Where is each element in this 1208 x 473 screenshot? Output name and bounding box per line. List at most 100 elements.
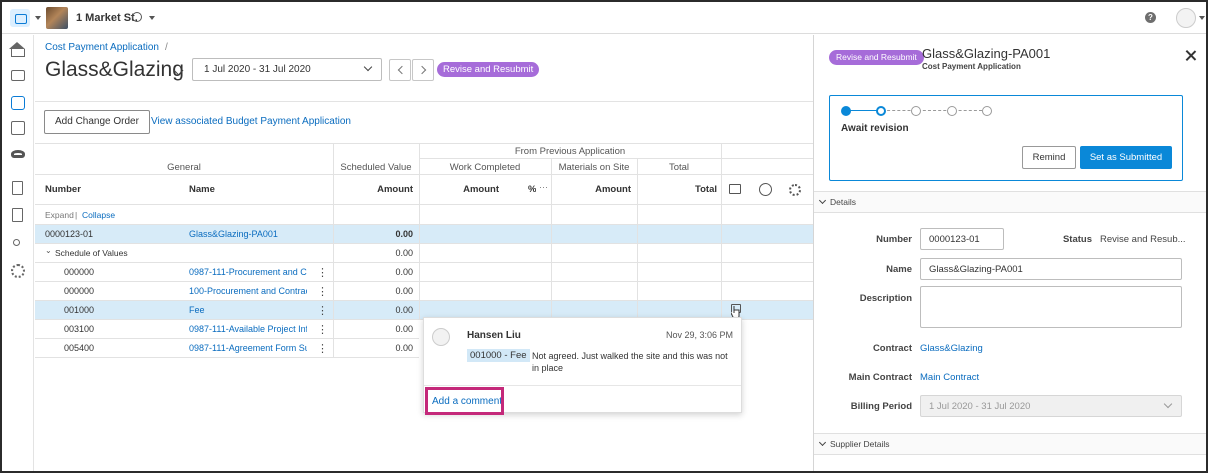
comment-icon[interactable] xyxy=(729,184,741,194)
panel-subtitle: Cost Payment Application xyxy=(922,62,1021,71)
status-badge: Revise and Resubmit xyxy=(437,62,540,77)
table-row-selected xyxy=(35,224,813,243)
details-section-header[interactable]: Details xyxy=(814,191,1206,213)
divider xyxy=(35,101,813,102)
remind-button[interactable]: Remind xyxy=(1022,146,1076,169)
row-number: 000000 xyxy=(64,286,95,296)
grid-line xyxy=(637,158,638,319)
column-group-header: From Previous Application xyxy=(514,146,626,157)
previous-period-button[interactable] xyxy=(389,59,411,81)
details-panel: Revise and Resubmit Glass&Glazing-PA001 … xyxy=(813,35,1206,471)
main-contract-link[interactable]: Main Contract xyxy=(920,372,979,383)
column-header-amount[interactable]: Amount xyxy=(419,184,499,195)
comment-author: Hansen Liu xyxy=(467,330,521,341)
gear-icon[interactable] xyxy=(789,184,801,196)
column-header-total[interactable]: Total xyxy=(637,184,717,195)
top-bar: 1 Market St. ? xyxy=(2,2,1206,34)
chevron-down-icon[interactable] xyxy=(35,16,41,20)
field-label: Description xyxy=(859,293,912,304)
row-menu-icon[interactable] xyxy=(317,266,328,279)
column-header-amount[interactable]: Amount xyxy=(333,184,413,195)
chevron-down-icon xyxy=(818,196,827,205)
members-icon[interactable] xyxy=(13,239,20,246)
user-avatar[interactable] xyxy=(1176,8,1196,28)
field-label: Number xyxy=(876,234,912,245)
billing-period-select[interactable]: 1 Jul 2020 - 31 Jul 2020 xyxy=(192,58,382,81)
more-icon[interactable]: ··· xyxy=(539,182,548,192)
next-period-button[interactable] xyxy=(412,59,434,81)
check-circle-icon[interactable] xyxy=(759,183,772,196)
app-switcher-icon[interactable] xyxy=(10,9,30,27)
column-header-percent[interactable]: % xyxy=(528,184,536,195)
column-header-name[interactable]: Name xyxy=(189,184,215,195)
status-value: Revise and Resub... xyxy=(1100,234,1186,245)
row-number: 0000123-01 xyxy=(45,229,94,239)
row-number: 003100 xyxy=(64,324,95,334)
row-name-link[interactable]: Glass&Glazing-PA001 xyxy=(189,229,278,239)
breadcrumb: Cost Payment Application / xyxy=(45,42,168,53)
help-icon[interactable]: ? xyxy=(1145,12,1156,23)
workflow-step xyxy=(911,106,921,116)
number-field[interactable]: 0000123-01 xyxy=(920,228,1004,250)
row-name-link[interactable]: 100-Procurement and Contract... xyxy=(189,286,307,296)
chevron-down-icon[interactable] xyxy=(149,16,155,20)
project-thumbnail[interactable] xyxy=(46,7,68,29)
home-icon[interactable] xyxy=(9,42,25,57)
column-header-number[interactable]: Number xyxy=(45,184,81,195)
checklist-icon[interactable] xyxy=(12,208,23,222)
field-label: Status xyxy=(1062,234,1092,245)
row-amount: 0.00 xyxy=(395,343,413,353)
budget-icon[interactable] xyxy=(11,70,25,81)
chevron-down-icon[interactable] xyxy=(1199,16,1205,20)
row-menu-icon[interactable] xyxy=(317,285,328,298)
grid-line xyxy=(35,338,419,339)
description-field[interactable] xyxy=(920,286,1182,328)
divider xyxy=(424,385,741,386)
breadcrumb-parent-link[interactable]: Cost Payment Application xyxy=(45,42,159,53)
forms-icon[interactable] xyxy=(11,121,25,135)
binoculars-icon[interactable] xyxy=(11,150,25,158)
workflow-step xyxy=(982,106,992,116)
project-name[interactable]: 1 Market St. xyxy=(76,12,138,24)
column-group-header: Total xyxy=(668,162,690,173)
page-title[interactable]: Glass&Glazing xyxy=(45,58,184,82)
row-menu-icon[interactable] xyxy=(317,304,328,317)
field-label: Main Contract xyxy=(848,372,912,383)
expand-separator: | xyxy=(75,210,78,220)
row-menu-icon[interactable] xyxy=(317,342,328,355)
billing-period-value: 1 Jul 2020 - 31 Jul 2020 xyxy=(204,64,311,75)
set-as-submitted-button[interactable]: Set as Submitted xyxy=(1080,146,1172,169)
name-field[interactable]: Glass&Glazing-PA001 xyxy=(920,258,1182,280)
chevron-down-icon[interactable]: ⌄ xyxy=(45,246,52,255)
row-amount: 0.00 xyxy=(395,324,413,334)
column-header-amount[interactable]: Amount xyxy=(551,184,631,195)
supplier-section-header[interactable]: Supplier Details xyxy=(814,433,1206,455)
workflow-step-current xyxy=(876,106,886,116)
workflow-connector xyxy=(882,110,982,111)
add-change-order-button[interactable]: Add Change Order xyxy=(44,110,150,134)
grid-line xyxy=(35,143,813,144)
left-nav-rail xyxy=(2,35,34,471)
document-icon[interactable] xyxy=(12,181,23,195)
expand-link[interactable]: Expand xyxy=(45,210,74,220)
field-label: Contract xyxy=(872,343,912,354)
highlight-annotation xyxy=(425,387,504,415)
chevron-left-icon xyxy=(397,65,407,75)
close-icon[interactable] xyxy=(1184,49,1198,63)
cost-icon[interactable] xyxy=(11,96,25,110)
view-budget-payment-link[interactable]: View associated Budget Payment Applicati… xyxy=(151,116,351,127)
comment-reference-tag[interactable]: 001000 - Fee xyxy=(467,349,530,362)
globe-icon xyxy=(132,12,142,22)
section-label: Supplier Details xyxy=(830,439,890,449)
chevron-down-icon xyxy=(363,62,373,72)
settings-icon[interactable] xyxy=(11,264,25,278)
contract-link[interactable]: Glass&Glazing xyxy=(920,343,983,354)
column-group-header: Work Completed xyxy=(449,162,521,173)
row-name-link[interactable]: Fee xyxy=(189,305,307,315)
row-name-link[interactable]: 0987-111-Procurement and Con... xyxy=(189,267,307,277)
comment-text: Not agreed. Just walked the site and thi… xyxy=(532,351,728,373)
row-name-link[interactable]: 0987-111-Agreement Form Sup... xyxy=(189,343,307,353)
row-name-link[interactable]: 0987-111-Available Project Info... xyxy=(189,324,307,334)
row-menu-icon[interactable] xyxy=(317,323,328,336)
collapse-link[interactable]: Collapse xyxy=(82,210,115,220)
